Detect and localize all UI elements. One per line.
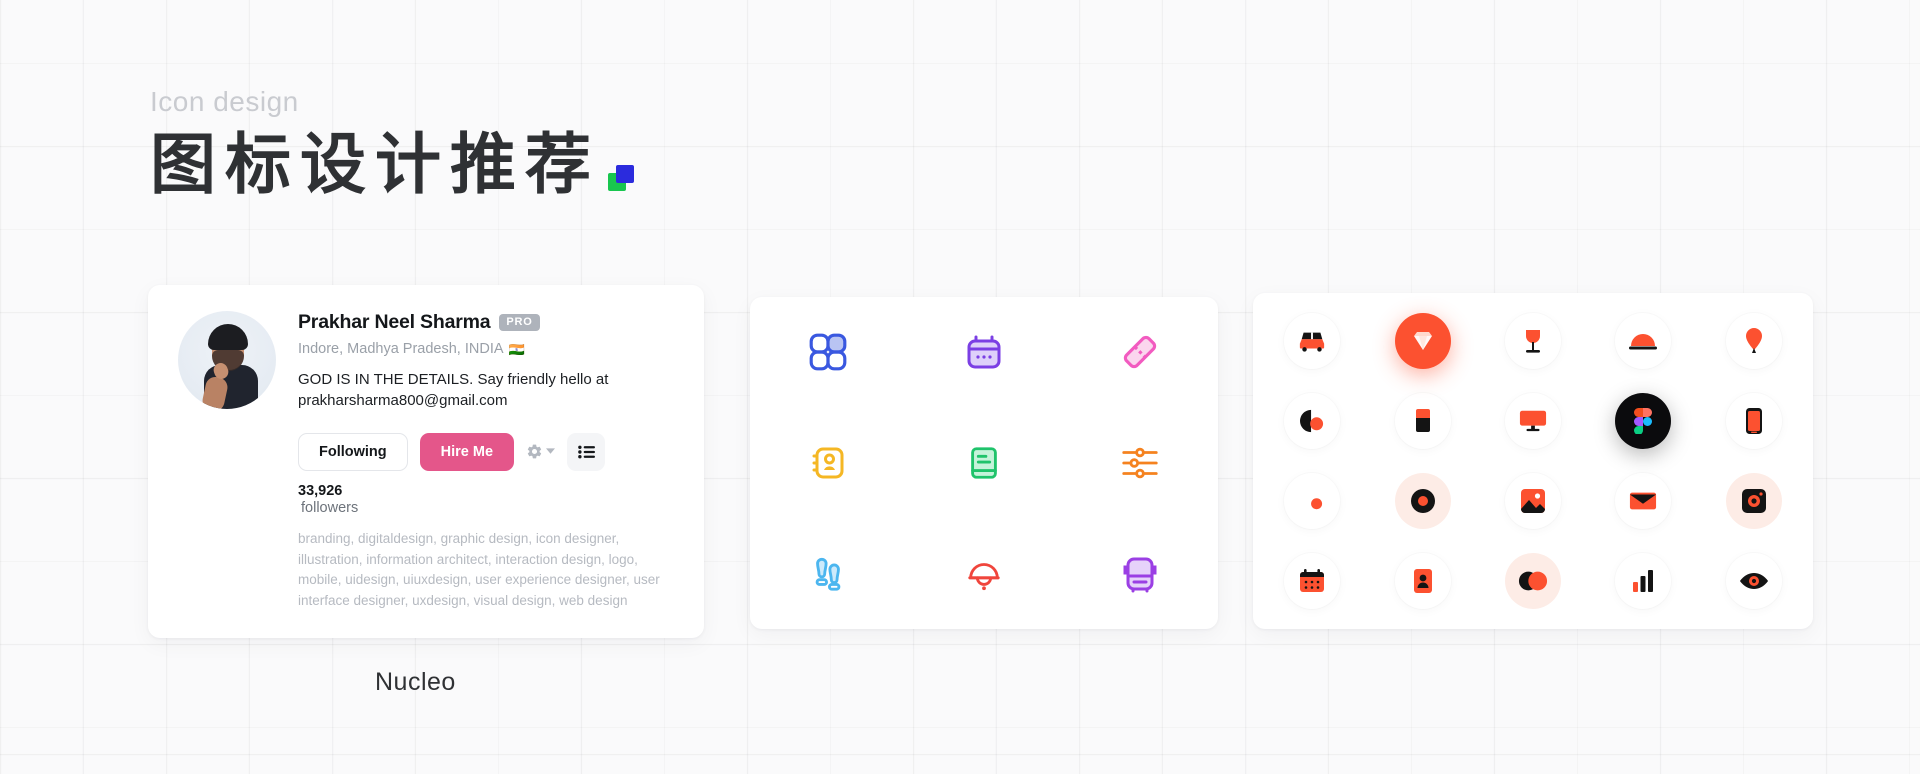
followers-label: followers [301,499,359,516]
wine-glass-icon[interactable] [1505,313,1561,369]
sliders-settings-icon[interactable] [1119,443,1161,483]
envelope-mail-icon[interactable] [1615,473,1671,529]
solid-icons-grid [1253,293,1813,629]
ticket-diamond-icon[interactable] [1119,331,1161,373]
moon-dot-icon[interactable] [1284,473,1340,529]
india-flag-icon: 🇮🇳 [508,341,525,357]
desktop-monitor-icon[interactable] [1505,393,1561,449]
eye-icon[interactable] [1726,553,1782,609]
profile-location: Indore, Madhya Pradesh, INDIA [298,341,504,357]
smartphone-icon[interactable] [1726,393,1782,449]
overlap-circles-icon[interactable] [1504,553,1561,609]
page-title: 图标设计推荐 [150,126,600,203]
image-photo-icon[interactable] [1505,473,1561,529]
page-canvas: Icon design 图标设计推荐 Prakhar Neel Sharma P… [0,0,1920,774]
location-row: Indore, Madhya Pradesh, INDIA 🇮🇳 [298,341,674,357]
followers-block: 33,926 followers [298,481,674,518]
eyebrow-label: Icon design [150,86,299,117]
book-icon[interactable] [965,444,1003,482]
four-circles-grid-icon[interactable] [807,331,849,373]
camera-square-icon[interactable] [1725,473,1782,529]
avatar [178,311,276,409]
profile-bio: GOD IS IN THE DETAILS. Say friendly hell… [298,371,609,410]
profile-details: Prakhar Neel Sharma PRO Indore, Madhya P… [298,311,674,611]
outline-icons-grid [750,297,1218,629]
chevron-down-icon [546,448,556,454]
id-badge-icon[interactable] [1395,553,1451,609]
outline-icons-panel [750,297,1218,629]
diamond-gem-icon[interactable] [1394,313,1451,369]
header: Icon design 图标设计推荐 [150,88,634,199]
contrast-circle-icon[interactable] [1284,393,1340,449]
following-button[interactable]: Following [298,432,408,471]
title-row: 图标设计推荐 [150,130,634,199]
profile-card: Prakhar Neel Sharma PRO Indore, Madhya P… [148,285,704,638]
green-blue-squares-logo-icon [608,165,634,192]
settings-dropdown[interactable] [526,443,556,460]
list-view-button[interactable] [567,432,606,471]
gear-icon [527,444,542,459]
nucleo-brand-label: Nucleo [375,668,456,696]
profile-actions: Following Hire Me [298,432,674,471]
eraser-icon[interactable] [1395,393,1451,449]
car-icon[interactable] [1284,313,1340,369]
pro-badge: PRO [499,314,540,331]
bus-icon[interactable] [1120,554,1160,594]
record-circle-icon[interactable] [1394,473,1451,529]
pin-pen-icon[interactable] [1726,313,1782,369]
calendar-icon[interactable] [964,332,1004,372]
hire-me-button[interactable]: Hire Me [419,432,515,471]
bell-jellyfish-icon[interactable] [964,555,1004,593]
calendar-dots-icon[interactable] [1284,553,1340,609]
profile-name: Prakhar Neel Sharma [298,311,491,333]
list-icon [577,445,595,459]
solid-icons-panel [1253,293,1813,629]
name-row: Prakhar Neel Sharma PRO [298,311,674,334]
profile-tags: branding, digitaldesign, graphic design,… [298,531,660,608]
followers-count: 33,926 [298,482,343,499]
footsteps-icon[interactable] [809,554,847,594]
food-cloche-icon[interactable] [1615,313,1671,369]
blue-square [616,165,634,184]
bar-chart-icon[interactable] [1615,553,1671,609]
profile-content: Prakhar Neel Sharma PRO Indore, Madhya P… [178,311,674,611]
figma-logo-icon[interactable] [1615,393,1672,449]
avatar-hair [208,324,248,350]
contact-card-icon[interactable] [808,443,848,483]
